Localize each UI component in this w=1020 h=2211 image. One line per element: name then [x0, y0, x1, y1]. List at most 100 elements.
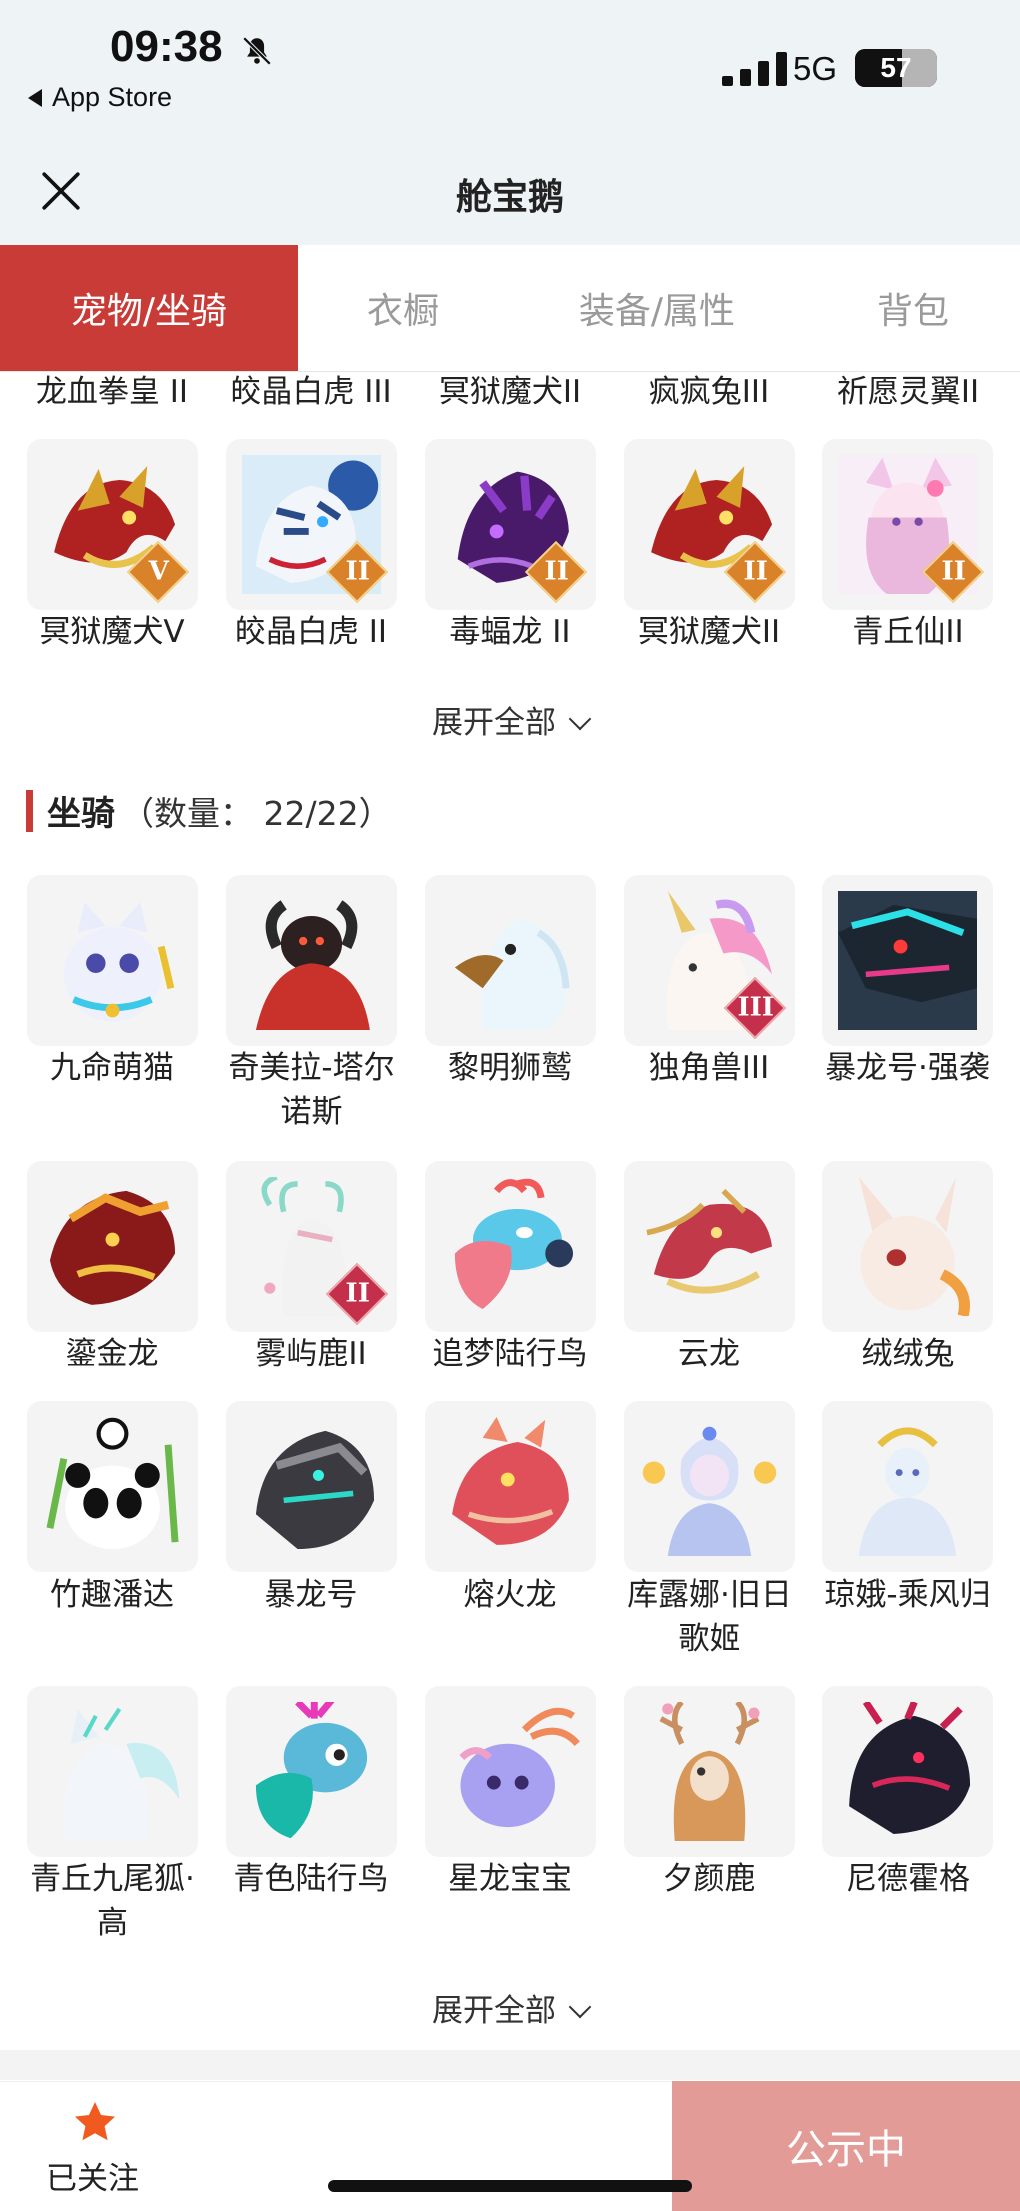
mech-rex-icon	[255, 1430, 375, 1550]
mount-tile[interactable]	[27, 1401, 198, 1572]
cellular-signal-icon	[722, 52, 787, 86]
mount-name: 雾屿鹿II	[255, 1336, 367, 1372]
mount-tile[interactable]	[425, 1401, 596, 1572]
nidhogg-icon	[849, 1702, 971, 1835]
mount-tile[interactable]	[822, 1686, 993, 1857]
back-triangle-icon	[28, 88, 42, 107]
chimera-icon	[255, 900, 370, 1030]
mount-tile[interactable]	[425, 1686, 596, 1857]
mount-tile[interactable]	[822, 875, 993, 1046]
teal-bird-icon	[255, 1702, 368, 1839]
mech-dragon-icon	[838, 891, 977, 1030]
section-accent-bar	[26, 789, 33, 832]
public-notice-button[interactable]: 公示中	[672, 2081, 1020, 2211]
mount-name: 琼娥-乘风归	[824, 1577, 991, 1613]
mount-name: 暴龙号·强袭	[825, 1050, 990, 1086]
tab-bar: 宠物/坐骑 衣橱 装备/属性 背包	[0, 245, 1020, 372]
pet-tile-dragon-hound[interactable]: II	[624, 439, 795, 610]
mount-tile[interactable]	[822, 1401, 993, 1572]
cloud-dragon-icon	[646, 1188, 773, 1294]
back-app-label: App Store	[52, 82, 173, 112]
battery-indicator: 57	[855, 49, 937, 87]
mount-tile[interactable]	[226, 1401, 397, 1572]
mount-name: 鎏金龙	[65, 1336, 159, 1372]
bell-muted-icon	[242, 36, 272, 66]
battery-tip	[929, 60, 935, 76]
expand-label: 展开全部	[432, 1993, 556, 2029]
tab-equipment-attributes[interactable]: 装备/属性	[508, 245, 806, 371]
mount-tile[interactable]	[226, 875, 397, 1046]
mount-name: 九命萌猫	[50, 1050, 174, 1086]
section-title: 坐骑	[47, 794, 115, 834]
mount-tile[interactable]	[27, 1686, 198, 1857]
mount-tile[interactable]	[226, 1686, 397, 1857]
pet-label: 祈愿灵翼II	[836, 374, 980, 410]
pet-name: 毒蝠龙 II	[449, 614, 571, 650]
blossom-deer-icon	[659, 1702, 760, 1841]
mount-name: 黎明狮鹫	[448, 1050, 572, 1086]
pet-label: 皎晶白虎 III	[230, 374, 392, 410]
pet-tile-bat-dragon[interactable]: II	[425, 439, 596, 610]
battery-level-text: 57	[880, 52, 912, 83]
pet-name: 青丘仙II	[852, 614, 964, 650]
mount-name: 独角兽III	[648, 1050, 770, 1086]
pet-tile-white-tiger[interactable]: II	[226, 439, 397, 610]
pet-name: 冥狱魔犬V	[39, 614, 185, 650]
pet-tile-fox-fairy[interactable]: II	[822, 439, 993, 610]
pet-tile-dragon-hound[interactable]: V	[27, 439, 198, 610]
diva-icon	[642, 1426, 777, 1556]
mount-tile[interactable]: II	[226, 1161, 397, 1332]
pets-expand-all[interactable]: 展开全部	[0, 697, 1020, 742]
mount-tile[interactable]	[27, 875, 198, 1046]
status-time: 09:38	[110, 22, 223, 71]
nine-tail-fox-icon	[62, 1707, 180, 1841]
back-to-app-store[interactable]: App Store	[28, 82, 172, 113]
mount-name: 奇美拉-塔尔诺斯	[228, 1050, 395, 1130]
mount-name: 青色陆行鸟	[233, 1861, 389, 1897]
mount-tile[interactable]	[27, 1161, 198, 1332]
mount-name: 熔火龙	[463, 1577, 557, 1613]
mount-tile[interactable]	[425, 1161, 596, 1332]
mount-tile[interactable]: III	[624, 875, 795, 1046]
mount-name: 星龙宝宝	[448, 1861, 572, 1897]
moon-maiden-icon	[858, 1427, 957, 1556]
dream-bird-icon	[454, 1178, 574, 1310]
mount-name: 竹趣潘达	[50, 1577, 174, 1613]
page-title: 舱宝鹅	[455, 177, 564, 218]
expand-label: 展开全部	[432, 705, 556, 741]
home-indicator	[328, 2180, 692, 2192]
pet-label: 冥狱魔犬II	[438, 374, 582, 410]
mount-tile[interactable]	[624, 1686, 795, 1857]
mount-name: 追梦陆行鸟	[432, 1336, 588, 1372]
tab-wardrobe[interactable]: 衣橱	[298, 245, 508, 371]
star-dragon-icon	[459, 1707, 580, 1828]
network-type: 5G	[793, 50, 838, 87]
follow-label[interactable]: 已关注	[46, 2153, 139, 2198]
lava-dragon-icon	[452, 1417, 569, 1545]
griffin-icon	[454, 918, 570, 1030]
section-divider	[0, 2050, 1020, 2080]
mounts-section-header: 坐骑 （数量： 22/22）	[26, 786, 392, 835]
mount-name: 夕颜鹿	[662, 1861, 756, 1897]
mount-name: 云龙	[678, 1336, 740, 1372]
star-icon[interactable]	[70, 2098, 120, 2146]
gold-dragon-icon	[49, 1190, 176, 1305]
tab-pets-mounts[interactable]: 宠物/坐骑	[0, 245, 298, 371]
mounts-expand-all[interactable]: 展开全部	[0, 1985, 1020, 2030]
mount-tile[interactable]	[425, 875, 596, 1046]
mount-tile[interactable]	[624, 1401, 795, 1572]
tab-backpack[interactable]: 背包	[806, 245, 1020, 371]
chevron-down-icon	[568, 1995, 592, 2019]
mount-name: 尼德霍格	[846, 1861, 970, 1897]
mount-tile[interactable]	[624, 1161, 795, 1332]
fluffy-rabbit-icon	[858, 1177, 970, 1316]
mount-tile[interactable]	[822, 1161, 993, 1332]
panda-icon	[46, 1417, 179, 1550]
pet-label: 疯疯兔III	[648, 374, 770, 410]
mount-name: 库露娜·旧日歌姬	[627, 1577, 792, 1657]
chevron-down-icon	[568, 707, 592, 731]
pet-name: 皎晶白虎 II	[234, 614, 388, 650]
mount-name: 暴龙号	[264, 1577, 358, 1613]
mount-name: 绒绒兔	[861, 1336, 955, 1372]
pet-label: 龙血拳皇 II	[35, 374, 189, 410]
